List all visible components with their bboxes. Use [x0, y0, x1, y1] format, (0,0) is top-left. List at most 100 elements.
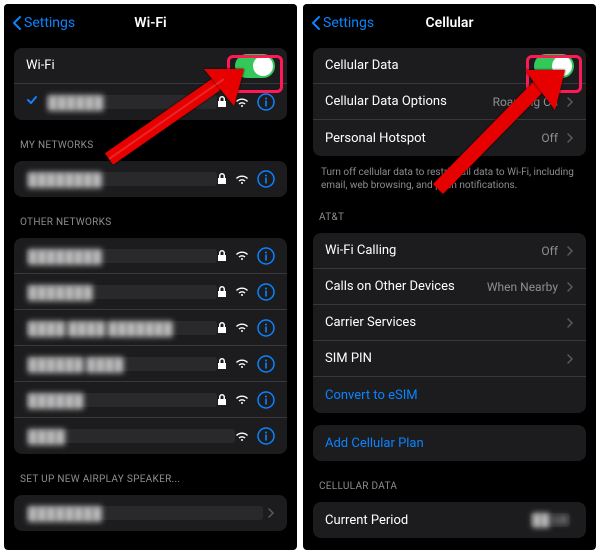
connected-network-row[interactable]: ██████ — [14, 84, 287, 120]
wifi-icon — [235, 174, 249, 185]
wifi-icon — [235, 322, 249, 333]
wifi-icon — [235, 250, 249, 261]
connected-network-name: ██████ — [46, 95, 217, 109]
wifi-toggle[interactable] — [235, 54, 275, 78]
wifi-label: Wi-Fi — [26, 58, 235, 73]
chevron-right-icon — [566, 317, 574, 329]
wifi-icon — [235, 286, 249, 297]
info-icon[interactable] — [257, 283, 275, 301]
wifi-settings-screen: Settings Wi-Fi Wi-Fi ██████ MY NETWORKS … — [4, 4, 297, 550]
nav-bar: Settings Cellular — [303, 4, 596, 42]
airplay-speaker-name: ████████ — [26, 506, 263, 520]
info-icon[interactable] — [257, 355, 275, 373]
lock-icon — [217, 358, 227, 370]
network-name: ████████ — [26, 249, 217, 263]
convert-esim-label: Convert to eSIM — [325, 388, 574, 403]
sim-pin-row[interactable]: SIM PIN — [313, 341, 586, 377]
cellular-footer-text: Turn off cellular data to restrict all d… — [303, 162, 596, 198]
wifi-icon — [235, 97, 249, 108]
current-period-label: Current Period — [325, 513, 530, 528]
info-icon[interactable] — [257, 247, 275, 265]
info-icon[interactable] — [257, 93, 275, 111]
network-row[interactable]: ██████ — [14, 382, 287, 418]
lock-icon — [217, 250, 227, 262]
add-cellular-plan-row[interactable]: Add Cellular Plan — [313, 425, 586, 461]
network-name: ████ ████ ███████ — [26, 321, 217, 335]
cellular-options-row[interactable]: Cellular Data Options Roaming On — [313, 84, 586, 120]
lock-icon — [217, 322, 227, 334]
wifi-icon — [235, 394, 249, 405]
carrier-services-row[interactable]: Carrier Services — [313, 305, 586, 341]
carrier-group: Wi-Fi Calling Off Calls on Other Devices… — [313, 233, 586, 413]
lock-icon — [217, 96, 227, 108]
info-icon[interactable] — [257, 427, 275, 445]
chevron-right-icon — [566, 96, 574, 108]
cellular-data-label: Cellular Data — [325, 58, 534, 73]
my-networks-header: MY NETWORKS — [4, 126, 297, 155]
chevron-right-icon — [267, 507, 275, 519]
cellular-options-label: Cellular Data Options — [325, 94, 493, 109]
other-networks-header: OTHER NETWORKS — [4, 203, 297, 232]
current-period-row: Current Period ██ GB — [313, 502, 586, 538]
chevron-right-icon — [566, 245, 574, 257]
cellular-data-toggle[interactable] — [534, 54, 574, 78]
chevron-right-icon — [566, 281, 574, 293]
info-icon[interactable] — [257, 170, 275, 188]
back-button[interactable]: Settings — [311, 15, 374, 31]
network-icons — [217, 170, 275, 188]
my-networks-group: ████████ — [14, 161, 287, 197]
network-name: ████ — [26, 429, 235, 443]
calls-value: When Nearby — [487, 280, 558, 294]
cellular-main-group: Cellular Data Cellular Data Options Roam… — [313, 48, 586, 156]
wifi-icon — [235, 431, 249, 442]
network-row[interactable]: ███████ — [14, 274, 287, 310]
cellular-settings-screen: Settings Cellular Cellular Data Cellular… — [303, 4, 596, 550]
sim-pin-label: SIM PIN — [325, 351, 562, 366]
cellular-data-section-header: CELLULAR DATA — [303, 467, 596, 496]
cellular-data-row[interactable]: Cellular Data — [313, 48, 586, 84]
network-row[interactable]: ████ ████ ███████ — [14, 310, 287, 346]
lock-icon — [217, 286, 227, 298]
chevron-left-icon — [311, 15, 321, 31]
calls-other-devices-row[interactable]: Calls on Other Devices When Nearby — [313, 269, 586, 305]
other-networks-group: ████████ ███████ ████ ████ ███████ █████… — [14, 238, 287, 454]
wifi-main-group: Wi-Fi ██████ — [14, 48, 287, 120]
wifi-calling-label: Wi-Fi Calling — [325, 243, 541, 258]
chevron-right-icon — [566, 353, 574, 365]
network-name: ██████ ████ — [26, 357, 217, 371]
calls-label: Calls on Other Devices — [325, 279, 487, 294]
wifi-calling-row[interactable]: Wi-Fi Calling Off — [313, 233, 586, 269]
hotspot-value: Off — [541, 131, 558, 145]
hotspot-label: Personal Hotspot — [325, 131, 541, 146]
nav-bar: Settings Wi-Fi — [4, 4, 297, 42]
network-icons — [217, 93, 275, 111]
lock-icon — [217, 173, 227, 185]
lock-icon — [217, 394, 227, 406]
airplay-row[interactable]: ████████ — [14, 495, 287, 531]
wifi-icon — [235, 358, 249, 369]
back-label: Settings — [24, 15, 75, 31]
chevron-right-icon — [566, 132, 574, 144]
convert-esim-row[interactable]: Convert to eSIM — [313, 377, 586, 413]
carrier-header: AT&T — [303, 198, 596, 227]
airplay-group: ████████ — [14, 495, 287, 531]
network-name: ██████ — [26, 393, 217, 407]
network-row[interactable]: ██████ ████ — [14, 346, 287, 382]
add-plan-label: Add Cellular Plan — [325, 436, 574, 451]
wifi-calling-value: Off — [541, 244, 558, 258]
network-name: ███████ — [26, 285, 217, 299]
personal-hotspot-row[interactable]: Personal Hotspot Off — [313, 120, 586, 156]
add-plan-group: Add Cellular Plan — [313, 425, 586, 461]
network-name: ████████ — [26, 172, 217, 186]
network-row[interactable]: ████ — [14, 418, 287, 454]
info-icon[interactable] — [257, 391, 275, 409]
network-row[interactable]: ████████ — [14, 238, 287, 274]
info-icon[interactable] — [257, 319, 275, 337]
network-row[interactable]: ████████ — [14, 161, 287, 197]
wifi-toggle-row[interactable]: Wi-Fi — [14, 48, 287, 84]
current-period-value: ██ GB — [530, 513, 570, 527]
back-button[interactable]: Settings — [12, 15, 75, 31]
checkmark-icon — [26, 94, 38, 110]
usage-group: Current Period ██ GB — [313, 502, 586, 538]
chevron-left-icon — [12, 15, 22, 31]
